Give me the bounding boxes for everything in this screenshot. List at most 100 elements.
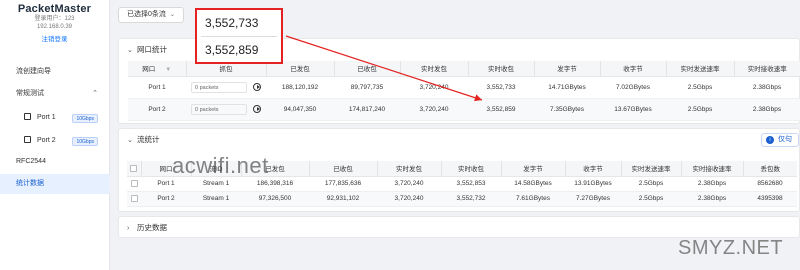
watermark-left: acwifi.net — [172, 153, 269, 178]
cell-rx-bytes: 7.27GBytes — [565, 191, 621, 207]
sidebar-item-port1[interactable]: Port 1 10Gbps — [0, 108, 110, 128]
sidebar-item-general-test[interactable]: 常规测试 ⌃ — [0, 84, 110, 104]
cell-tx-bytes: 7.61GBytes — [501, 191, 565, 207]
sidebar-item-label: 统计数据 — [16, 180, 44, 187]
cell-recv: 92,931,102 — [309, 191, 377, 207]
speed-badge: 10Gbps — [72, 114, 98, 123]
cell-rt-recv: 3,552,733 — [468, 76, 534, 99]
port-icon — [24, 112, 31, 120]
callout-value: 3,552,859 — [205, 43, 259, 57]
column-header: 实时发送速率 — [621, 161, 682, 177]
panel-title: 流统计 — [137, 135, 160, 144]
capture-count: 0 packets — [191, 103, 247, 115]
cell-rx-bytes: 7.02GBytes — [600, 76, 666, 99]
sidebar-item-port2[interactable]: Port 2 10Gbps — [0, 131, 110, 151]
info-icon: i — [766, 136, 774, 144]
callout-value: 3,552,733 — [205, 16, 259, 30]
column-header: 实时发包 — [377, 161, 442, 177]
cell-rt-sent: 3,720,240 — [400, 98, 468, 121]
cell-tx-bytes: 14.58GBytes — [501, 176, 565, 192]
cell-lost: 4395398 — [743, 191, 797, 207]
cell-sent: 188,120,192 — [266, 76, 334, 99]
cell-rt-recv: 3,552,732 — [441, 191, 501, 207]
cell-rx-bytes: 13.67GBytes — [600, 98, 666, 121]
cell-rx-bytes: 13.91GBytes — [565, 176, 621, 192]
ip-address: 192.168.0.39 — [36, 24, 73, 30]
chevron-down-icon: ⌄ — [169, 12, 175, 18]
column-header: 收字节 — [600, 61, 667, 77]
cell-rt-sent: 3,720,240 — [377, 191, 441, 207]
sidebar-item-label: Port 1 — [37, 114, 56, 121]
cell-tx-rate: 2.5Gbps — [666, 76, 734, 99]
table-row: Port 2 0 packets 94,047,350 174,817,240 … — [128, 98, 800, 121]
selector-label: 已选择0条流 — [127, 11, 166, 18]
play-capture-icon[interactable] — [253, 105, 261, 113]
column-header: 丢包数 — [743, 161, 797, 177]
user-label: 登录用户：123 — [34, 16, 75, 22]
flow-stats-header[interactable]: ⌄ 流统计 — [119, 129, 799, 151]
panel-title: 网口统计 — [137, 45, 167, 54]
sidebar: PacketMaster 登录用户：123 192.168.0.39 注销登录 … — [0, 0, 110, 270]
column-header[interactable]: 网口 ▼ — [128, 61, 187, 77]
cell-rx-rate: 2.38Gbps — [734, 98, 800, 121]
sidebar-item-label: 流创建向导 — [16, 68, 51, 75]
column-header: 发字节 — [534, 61, 601, 77]
cell-port: Port 2 — [141, 191, 191, 207]
row-checkbox[interactable] — [130, 179, 138, 187]
cell-rt-sent: 3,720,240 — [400, 76, 468, 99]
chevron-right-icon: › — [127, 225, 130, 232]
sidebar-item-statistics[interactable]: 统计数据 — [0, 174, 110, 194]
cell-flow-id: Stream 1 — [191, 191, 241, 207]
sidebar-item-flow-wizard[interactable]: 流创建向导 — [0, 62, 110, 82]
chevron-down-icon: ⌄ — [127, 47, 133, 54]
cell-port: Port 2 — [128, 98, 186, 121]
chevron-down-icon: ⌄ — [127, 137, 133, 144]
cell-sent: 94,047,350 — [266, 98, 334, 121]
cell-capture: 0 packets — [186, 98, 266, 121]
flow-selector-dropdown[interactable]: 已选择0条流 ⌄ — [118, 7, 184, 23]
column-header: 实时收包 — [468, 61, 535, 77]
sidebar-item-rfc2544[interactable]: RFC2544 — [0, 152, 110, 172]
column-header: 实时接收速率 — [681, 161, 744, 177]
table-row: Port 1 0 packets 188,120,192 89,797,735 … — [128, 76, 800, 99]
sidebar-item-label: 常规测试 — [16, 90, 44, 97]
watermark-right: SMYZ.NET — [678, 237, 784, 259]
speed-badge: 10Gbps — [72, 137, 98, 146]
cell-rx-rate: 2.38Gbps — [734, 76, 800, 99]
cell-port: Port 1 — [128, 76, 186, 99]
column-header: 实时收包 — [441, 161, 502, 177]
sidebar-item-label: RFC2544 — [16, 158, 46, 165]
cell-capture: 0 packets — [186, 76, 266, 99]
cell-tx-rate: 2.5Gbps — [666, 98, 734, 121]
filter-icon[interactable]: ▼ — [165, 67, 171, 73]
cell-tx-bytes: 14.71GBytes — [534, 76, 600, 99]
cell-tx-rate: 2.5Gbps — [621, 191, 681, 207]
column-header: 已收包 — [309, 161, 378, 177]
cell-rx-rate: 2.38Gbps — [681, 191, 743, 207]
play-capture-icon[interactable] — [253, 83, 261, 91]
select-all-cell — [127, 161, 142, 177]
cell-rt-recv: 3,552,853 — [441, 176, 501, 192]
brand: PacketMaster 登录用户：123 192.168.0.39 注销登录 — [0, 0, 109, 43]
app-title: PacketMaster — [17, 3, 92, 15]
table-row: Port 2 Stream 1 97,326,500 92,931,102 3,… — [127, 191, 797, 207]
cell-tx-rate: 2.5Gbps — [621, 176, 681, 192]
column-header: 发字节 — [501, 161, 566, 177]
history-header[interactable]: › 历史数据 — [119, 217, 799, 239]
chevron-up-icon: ⌃ — [92, 90, 98, 97]
row-checkbox[interactable] — [130, 194, 138, 202]
row-select-cell — [127, 176, 141, 192]
only-selected-button[interactable]: i 仅句 — [761, 133, 799, 147]
cell-rt-recv: 3,552,859 — [468, 98, 534, 121]
select-all-checkbox[interactable] — [130, 164, 138, 172]
column-header: 实时发送速率 — [666, 61, 735, 77]
button-label: 仅句 — [778, 136, 792, 143]
logout-link[interactable]: 注销登录 — [0, 33, 109, 43]
cell-rt-sent: 3,720,240 — [377, 176, 441, 192]
cell-rx-rate: 2.38Gbps — [681, 176, 743, 192]
column-header: 已收包 — [334, 61, 401, 77]
cell-lost: 8562680 — [743, 176, 797, 192]
cell-recv: 177,835,636 — [309, 176, 377, 192]
port-icon — [24, 135, 31, 143]
sidebar-item-label: Port 2 — [37, 137, 56, 144]
